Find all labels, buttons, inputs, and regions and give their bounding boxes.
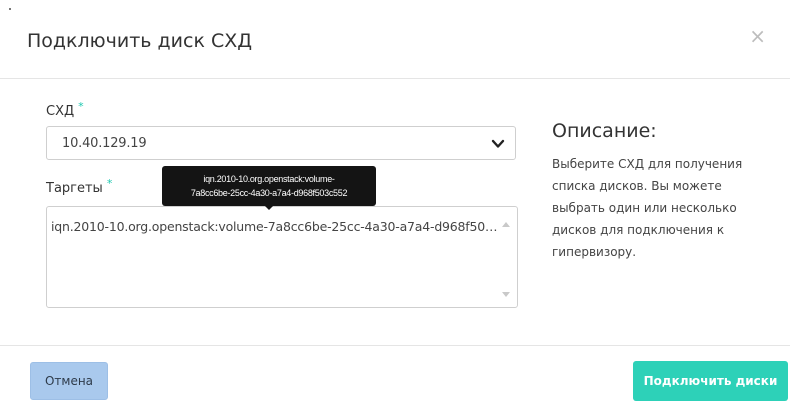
tooltip-arrow: [264, 205, 274, 210]
scroll-up-arrow-icon[interactable]: [502, 222, 510, 227]
cancel-button[interactable]: Отмена: [30, 362, 108, 400]
target-option[interactable]: iqn.2010-10.org.openstack:volume-7a8cc6b…: [47, 219, 501, 234]
description-text: Выберите СХД для получения списка дисков…: [552, 157, 743, 259]
close-icon[interactable]: ×: [749, 26, 766, 46]
storage-select-value: 10.40.129.19: [62, 136, 147, 151]
target-tooltip: iqn.2010-10.org.openstack:volume- 7a8cc6…: [162, 166, 376, 206]
chevron-down-icon: [491, 139, 505, 148]
targets-listbox[interactable]: iqn.2010-10.org.openstack:volume-7a8cc6b…: [46, 206, 518, 308]
storage-label: СХД *: [46, 100, 84, 119]
required-mark: *: [106, 177, 113, 190]
attach-disks-button[interactable]: Подключить диски: [633, 361, 788, 401]
tooltip-line-2: 7a8cc6be-25cc-4a30-a7a4-d968f503c552: [190, 188, 348, 198]
dialog-header: Подключить диск СХД ×: [0, 0, 790, 79]
storage-select[interactable]: 10.40.129.19: [46, 126, 516, 160]
storage-label-text: СХД: [46, 104, 75, 119]
scroll-down-arrow-icon[interactable]: [502, 292, 510, 297]
tooltip-line-1: iqn.2010-10.org.openstack:volume-: [203, 174, 335, 184]
targets-label: Таргеты *: [46, 177, 112, 196]
targets-label-text: Таргеты: [46, 181, 103, 196]
attach-storage-disk-dialog: Подключить диск СХД × СХД * 10.40.129.19 …: [0, 0, 790, 407]
dialog-title: Подключить диск СХД: [27, 30, 253, 52]
required-mark: *: [78, 100, 84, 113]
description-heading: Описание:: [552, 120, 657, 142]
